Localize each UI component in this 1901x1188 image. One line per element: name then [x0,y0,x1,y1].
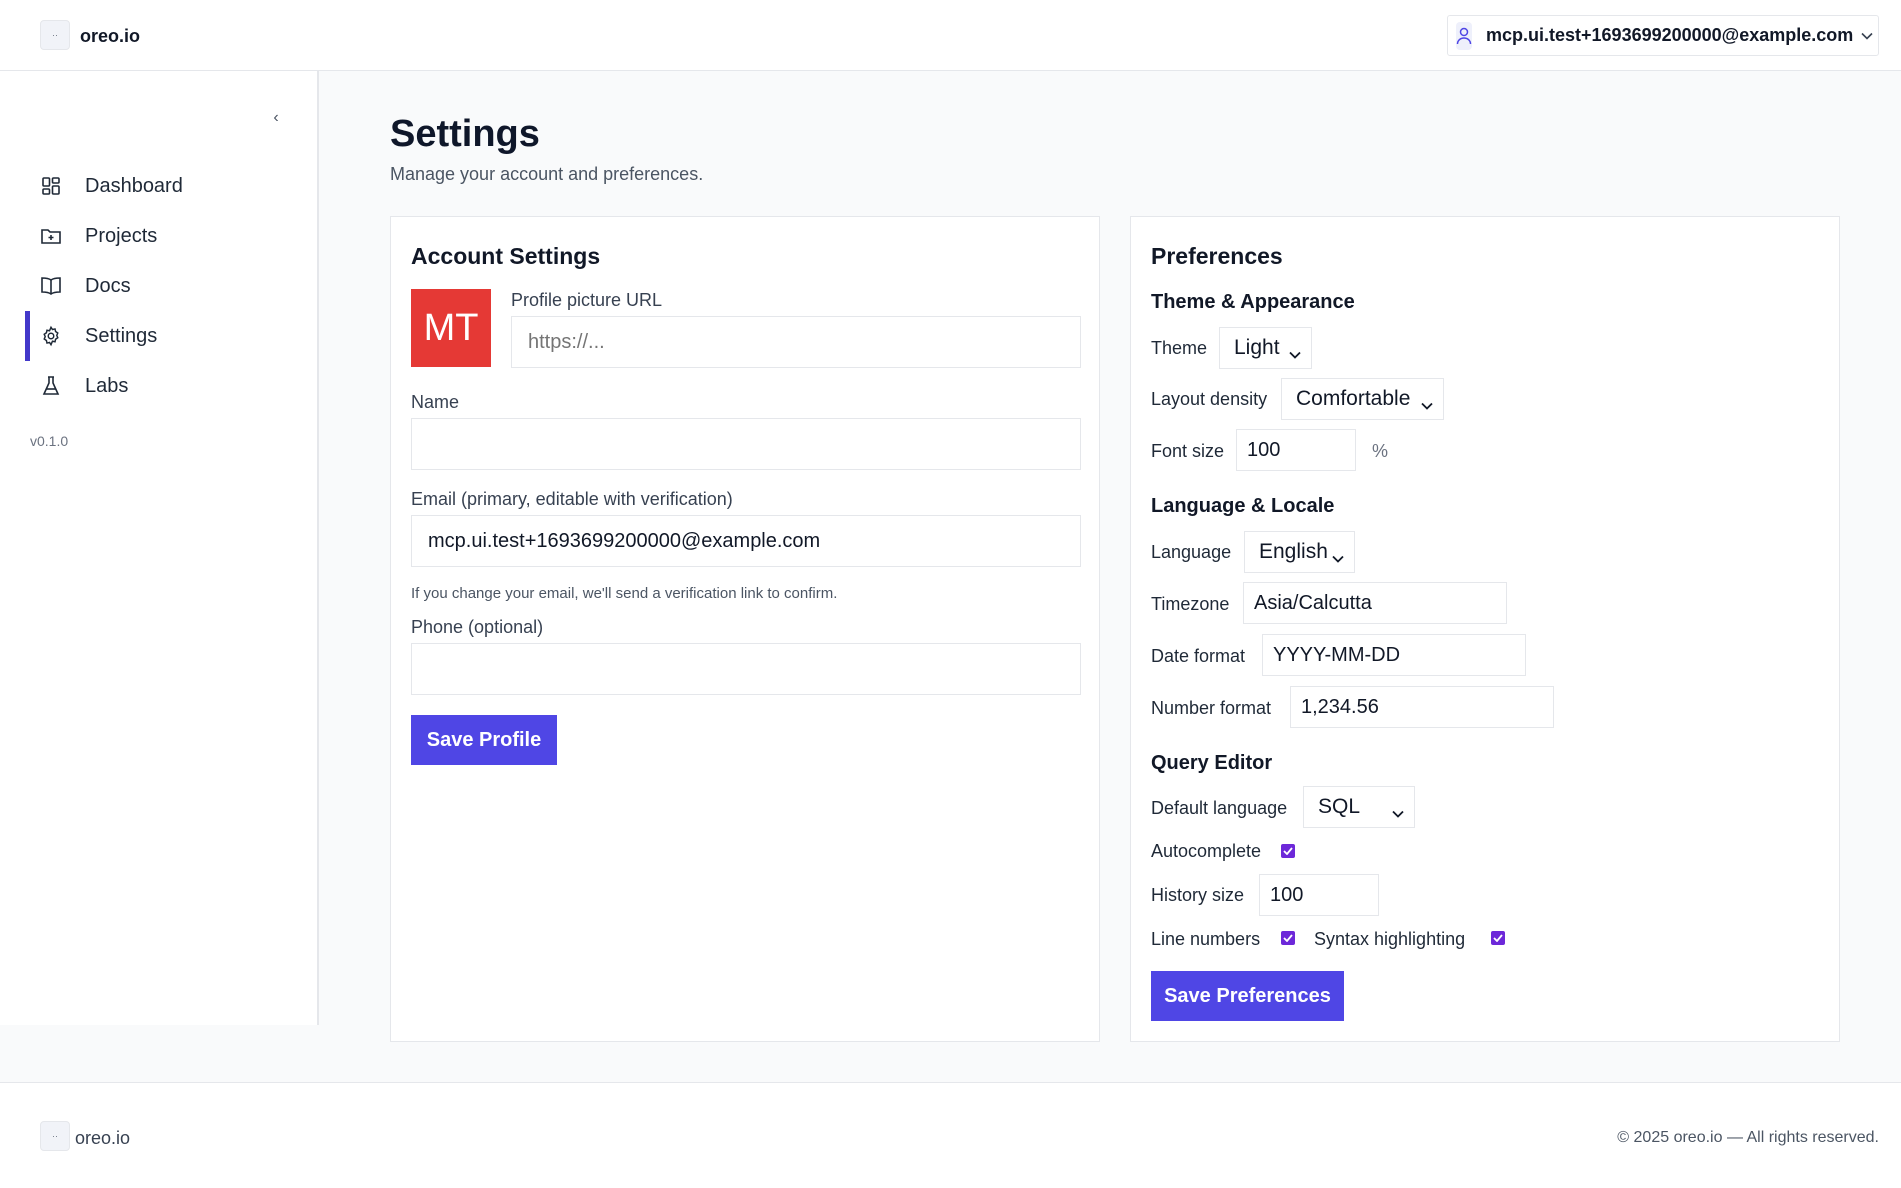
footer: ·· oreo.io © 2025 oreo.io — All rights r… [0,1082,1901,1188]
history-size-label: History size [1151,885,1245,905]
brand-name[interactable]: oreo.io [80,26,140,47]
folder-plus-icon [40,225,62,247]
card-title: Account Settings [411,243,601,269]
phone-label: Phone (optional) [411,617,544,637]
email-input[interactable]: mcp.ui.test+1693699200000@example.com [411,515,1081,567]
name-input[interactable] [411,418,1081,470]
avatar: MT [411,289,491,367]
chevron-down-icon [1289,341,1301,365]
font-size-input[interactable]: 100 [1236,429,1356,471]
sidebar-item-label: Docs [85,274,131,297]
sidebar-collapse-button[interactable]: ‹ [266,108,286,128]
name-label: Name [411,392,460,412]
book-icon [40,275,62,297]
user-icon [1456,21,1472,50]
autocomplete-checkbox[interactable] [1281,844,1295,858]
default-language-label: Default language [1151,798,1288,818]
date-format-input[interactable]: YYYY-MM-DD [1262,634,1526,676]
email-hint: If you change your email, we'll send a v… [411,585,838,602]
chevron-down-icon [1332,545,1344,569]
page-subtitle: Manage your account and preferences. [390,164,704,184]
sidebar-item-dashboard[interactable]: Dashboard [0,166,317,206]
top-header: ·· oreo.io mcp.ui.test+1693699200000@exa… [0,0,1901,71]
density-select-value: Comfortable [1296,387,1411,410]
theme-label: Theme [1151,338,1208,358]
theme-select-value: Light [1234,336,1280,359]
chevron-down-icon [1861,27,1873,45]
profile-url-label: Profile picture URL [511,290,663,310]
language-select[interactable]: English [1244,531,1355,573]
card-title: Preferences [1151,243,1283,269]
sidebar: ‹ Dashboard Projects Docs Settings Labs … [0,71,319,1025]
language-select-value: English [1259,540,1328,563]
footer-logo: ·· [40,1121,70,1151]
gear-icon [40,325,62,347]
sidebar-item-label: Settings [85,324,158,347]
footer-brand: oreo.io [75,1128,131,1148]
flask-icon [40,375,62,397]
logo-glyph: ·· [52,30,58,40]
timezone-input[interactable]: Asia/Calcutta [1243,582,1507,624]
font-size-unit: % [1372,441,1389,461]
phone-input[interactable] [411,643,1081,695]
sidebar-item-settings[interactable]: Settings [0,311,317,361]
copyright-text: © 2025 oreo.io — All rights reserved. [1617,1129,1879,1146]
sidebar-nav: Dashboard Projects Docs Settings Labs [0,166,317,416]
page-title: Settings [390,113,540,155]
save-preferences-button[interactable]: Save Preferences [1151,971,1344,1021]
sidebar-item-labs[interactable]: Labs [0,366,317,406]
autocomplete-label: Autocomplete [1151,841,1262,861]
line-numbers-label: Line numbers [1151,929,1261,949]
sidebar-item-label: Dashboard [85,174,183,197]
email-label: Email (primary, editable with verificati… [411,489,733,509]
user-email: mcp.ui.test+1693699200000@example.com [1486,25,1854,45]
font-size-label: Font size [1151,441,1225,461]
default-language-select[interactable]: SQL [1303,786,1415,828]
timezone-label: Timezone [1151,594,1230,614]
syntax-highlighting-label: Syntax highlighting [1314,929,1466,949]
density-label: Layout density [1151,389,1268,409]
language-label: Language [1151,542,1232,562]
syntax-highlighting-checkbox[interactable] [1491,931,1505,945]
theme-select[interactable]: Light [1219,327,1312,369]
logo-glyph: ·· [52,1131,58,1141]
chevron-down-icon [1392,800,1404,824]
brand-logo[interactable]: ·· [40,20,70,50]
theme-section-heading: Theme & Appearance [1151,291,1355,313]
profile-url-input[interactable] [511,316,1081,368]
sidebar-item-projects[interactable]: Projects [0,216,317,256]
account-settings-card: Account Settings MT Profile picture URL … [390,216,1100,1042]
save-profile-button[interactable]: Save Profile [411,715,557,765]
locale-section-heading: Language & Locale [1151,495,1335,517]
editor-section-heading: Query Editor [1151,752,1273,774]
user-menu-button[interactable]: mcp.ui.test+1693699200000@example.com [1447,15,1879,56]
sidebar-item-label: Projects [85,224,158,247]
number-format-input[interactable]: 1,234.56 [1290,686,1554,728]
chevron-down-icon [1421,392,1433,416]
default-language-select-value: SQL [1318,795,1361,818]
history-size-input[interactable]: 100 [1259,874,1379,916]
sidebar-item-label: Labs [85,374,129,397]
density-select[interactable]: Comfortable [1281,378,1444,420]
preferences-card: Preferences Theme & Appearance Theme Lig… [1130,216,1840,1042]
line-numbers-checkbox[interactable] [1281,931,1295,945]
dashboard-icon [40,175,62,197]
sidebar-item-docs[interactable]: Docs [0,266,317,306]
app-version: v0.1.0 [30,433,69,449]
number-format-label: Number format [1151,698,1272,718]
date-format-label: Date format [1151,646,1246,666]
